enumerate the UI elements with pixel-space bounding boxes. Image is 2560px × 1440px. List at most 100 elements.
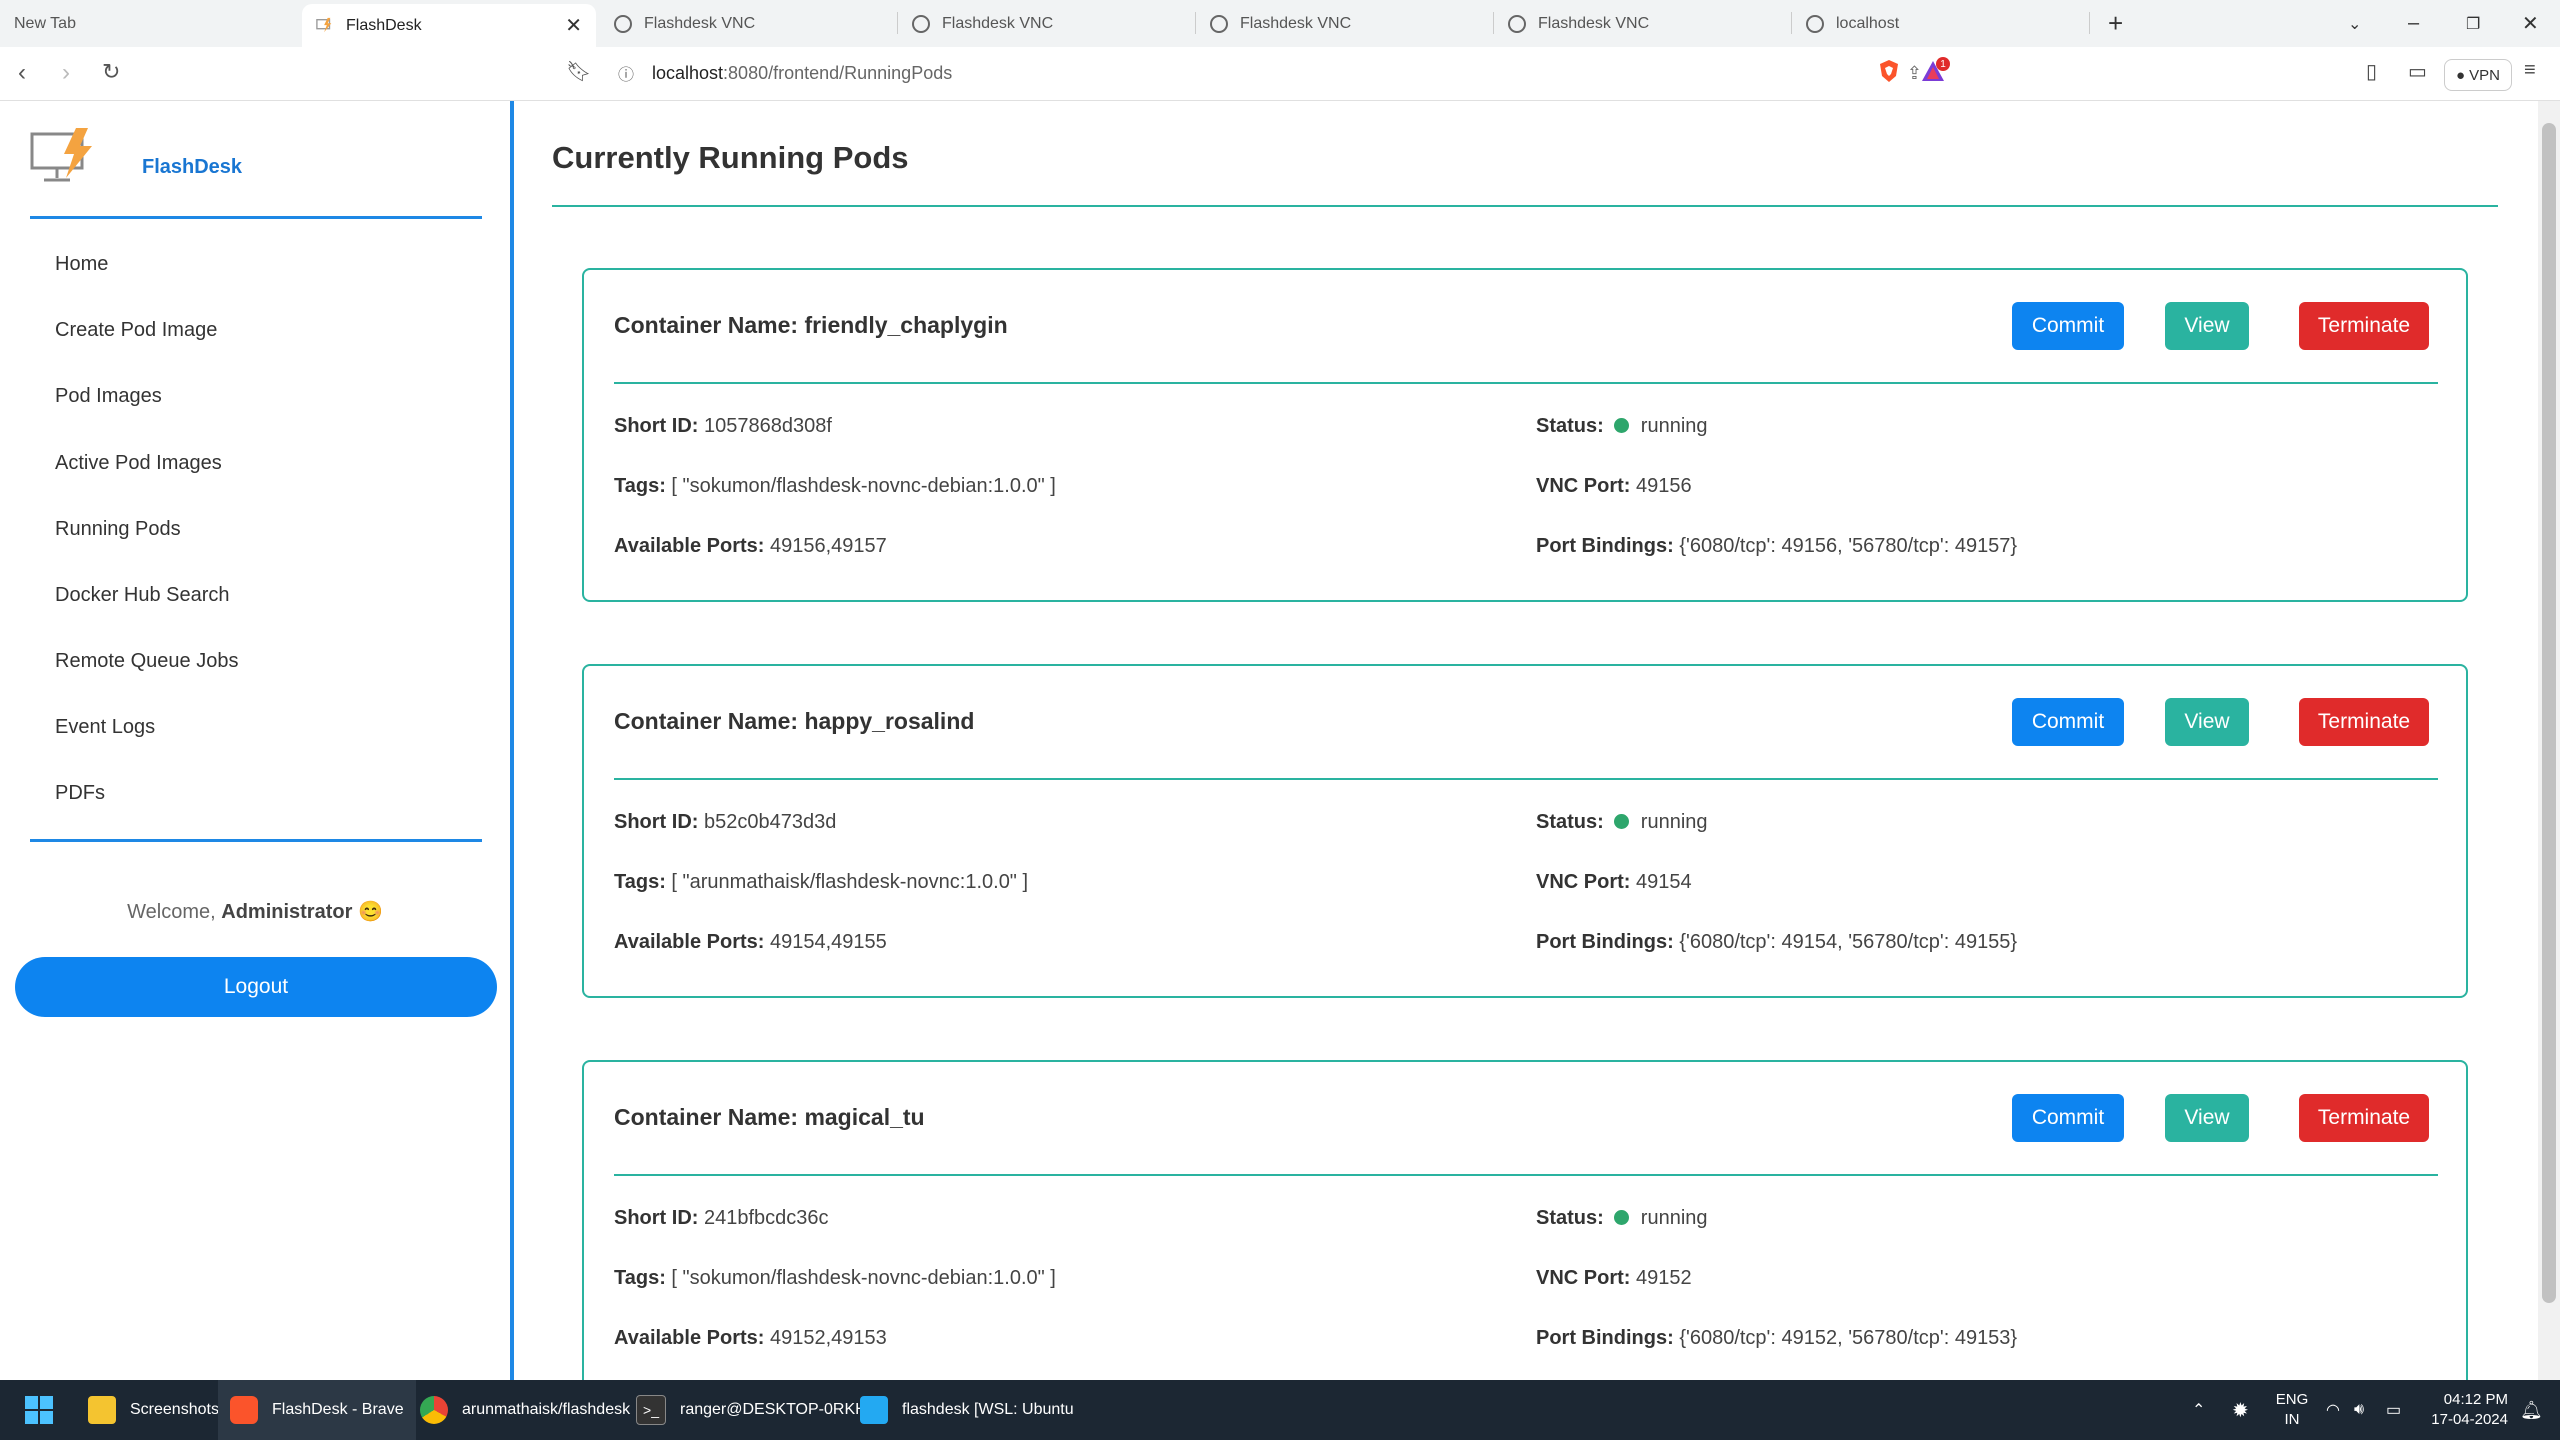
brave-icon: [230, 1396, 258, 1424]
view-button[interactable]: View: [2165, 1094, 2249, 1142]
card-divider: [614, 1174, 2438, 1176]
sidebar-item-pdfs[interactable]: PDFs: [55, 782, 105, 805]
language-indicator[interactable]: ENG IN: [2274, 1390, 2310, 1430]
taskbar-label: flashdesk [WSL: Ubuntu: [902, 1401, 1074, 1418]
windows-logo-icon: [25, 1396, 53, 1424]
port-bindings: Port Bindings: {'6080/tcp': 49152, '5678…: [1536, 1327, 2018, 1349]
tab-flashdesk-vnc[interactable]: Flashdesk VNC: [1196, 0, 1494, 47]
port-bindings: Port Bindings: {'6080/tcp': 49154, '5678…: [1536, 931, 2018, 953]
card-divider: [614, 382, 2438, 384]
pod-card: Container Name: happy_rosalind Commit Vi…: [582, 664, 2468, 998]
short-id: Short ID: 241bfbcdc36c: [614, 1207, 829, 1229]
tab-new-tab[interactable]: New Tab: [0, 0, 302, 47]
windows-taskbar: Screenshots FlashDesk - Brave arunmathai…: [0, 1380, 2560, 1440]
brave-shields-icon[interactable]: [1878, 59, 1900, 89]
vpn-dot-icon: ●: [2456, 66, 2466, 84]
restore-icon[interactable]: ❐: [2466, 0, 2480, 47]
welcome-message: Welcome, Administrator 😊: [0, 899, 510, 924]
tab-flashdesk[interactable]: FlashDesk ✕: [302, 4, 596, 47]
minimize-icon[interactable]: –: [2408, 0, 2419, 47]
bookmark-icon[interactable]: 🔖︎: [566, 59, 591, 84]
battery-icon[interactable]: ▭: [2386, 1380, 2401, 1440]
terminate-button[interactable]: Terminate: [2299, 698, 2429, 746]
status-dot-icon: [1613, 814, 1629, 829]
available-ports: Available Ports: 49152,49153: [614, 1327, 887, 1349]
terminate-button[interactable]: Terminate: [2299, 1094, 2429, 1142]
taskbar-item-terminal[interactable]: >_ ranger@DESKTOP-0RKH: [628, 1380, 875, 1440]
new-tab-plus-icon[interactable]: +: [2108, 0, 2123, 47]
taskbar-item-chrome[interactable]: arunmathaisk/flashdesk: [412, 1380, 638, 1440]
port-bindings: Port Bindings: {'6080/tcp': 49156, '5678…: [1536, 535, 2018, 557]
forward-arrow-icon[interactable]: ›: [62, 59, 70, 87]
tab-localhost[interactable]: localhost: [1792, 0, 2090, 47]
menu-hamburger-icon[interactable]: ≡: [2524, 59, 2536, 82]
page-scrollbar[interactable]: [2538, 101, 2560, 1380]
wallet-icon[interactable]: ▭: [2408, 59, 2427, 84]
back-arrow-icon[interactable]: ‹: [18, 59, 26, 87]
status-dot-icon: [1613, 418, 1629, 433]
vpn-button[interactable]: ● VPN: [2444, 59, 2512, 91]
tab-title: New Tab: [14, 14, 76, 32]
sidebar-item-event-logs[interactable]: Event Logs: [55, 716, 155, 739]
container-name: Container Name: magical_tu: [614, 1104, 925, 1130]
sidebar-item-running-pods[interactable]: Running Pods: [55, 518, 181, 541]
scrollbar-thumb[interactable]: [2542, 123, 2556, 1303]
system-clock[interactable]: 04:12 PM 17-04-2024: [2420, 1390, 2508, 1430]
sidebar-divider: [30, 839, 482, 842]
commit-button[interactable]: Commit: [2012, 698, 2124, 746]
sidebar-toggle-icon[interactable]: ▯: [2366, 59, 2377, 84]
wifi-icon[interactable]: ◠: [2326, 1380, 2340, 1440]
brand-name[interactable]: FlashDesk: [142, 156, 242, 179]
vnc-port: VNC Port: 49156: [1536, 475, 1692, 497]
sidebar-item-active-pod-images[interactable]: Active Pod Images: [55, 452, 222, 475]
page-title: Currently Running Pods: [552, 140, 909, 175]
browser-tab-strip: New Tab FlashDesk ✕ Flashdesk VNC Flashd…: [0, 0, 2560, 47]
volume-icon[interactable]: 🔊︎: [2354, 1380, 2364, 1440]
status: Status: running: [1536, 1207, 1708, 1229]
taskbar-item-vscode[interactable]: flashdesk [WSL: Ubuntu: [852, 1380, 1082, 1440]
tab-flashdesk-vnc[interactable]: Flashdesk VNC: [898, 0, 1196, 47]
tags: Tags: [ "arunmathaisk/flashdesk-novnc:1.…: [614, 871, 1029, 893]
globe-icon: [1210, 14, 1228, 33]
sidebar-item-pod-images[interactable]: Pod Images: [55, 385, 162, 408]
terminate-button[interactable]: Terminate: [2299, 302, 2429, 350]
view-button[interactable]: View: [2165, 302, 2249, 350]
tab-title: FlashDesk: [346, 16, 422, 34]
title-divider: [552, 205, 2498, 207]
window-close-icon[interactable]: ✕: [2522, 0, 2539, 47]
globe-icon: [1806, 14, 1824, 33]
taskbar-item-screenshots[interactable]: Screenshots: [80, 1380, 227, 1440]
tab-search-chevron-icon[interactable]: ⌄: [2348, 0, 2361, 47]
sidebar-item-create-pod-image[interactable]: Create Pod Image: [55, 319, 217, 342]
view-button[interactable]: View: [2165, 698, 2249, 746]
sidebar-item-docker-hub-search[interactable]: Docker Hub Search: [55, 584, 230, 607]
brand-logo[interactable]: [30, 126, 100, 186]
sidebar-item-home[interactable]: Home: [55, 253, 108, 276]
notifications-bell-icon[interactable]: 🔔︎: [2520, 1380, 2543, 1440]
folder-icon: [88, 1396, 116, 1424]
clock-time: 04:12 PM: [2443, 1391, 2508, 1408]
taskbar-item-brave[interactable]: FlashDesk - Brave: [218, 1380, 416, 1440]
brightness-icon[interactable]: ✹: [2232, 1380, 2249, 1440]
short-id: Short ID: 1057868d308f: [614, 415, 832, 437]
reload-icon[interactable]: ↻: [102, 59, 120, 85]
vnc-port: VNC Port: 49154: [1536, 871, 1692, 893]
start-button[interactable]: [24, 1380, 54, 1440]
commit-button[interactable]: Commit: [2012, 302, 2124, 350]
tab-flashdesk-vnc[interactable]: Flashdesk VNC: [1494, 0, 1792, 47]
chrome-icon: [420, 1396, 448, 1424]
sidebar-item-remote-queue-jobs[interactable]: Remote Queue Jobs: [55, 650, 238, 673]
tab-title: Flashdesk VNC: [942, 14, 1054, 32]
address-bar[interactable]: ⓘ localhost:8080/frontend/RunningPods ⇪: [600, 52, 1960, 94]
commit-button[interactable]: Commit: [2012, 1094, 2124, 1142]
show-hidden-icons-chevron-icon[interactable]: ⌃: [2192, 1380, 2205, 1440]
logout-button[interactable]: Logout: [15, 957, 497, 1017]
close-tab-icon[interactable]: ✕: [565, 13, 582, 38]
tab-title: Flashdesk VNC: [644, 14, 756, 32]
tab-flashdesk-vnc[interactable]: Flashdesk VNC: [600, 0, 898, 47]
container-name: Container Name: friendly_chaplygin: [614, 312, 1008, 338]
lang-code: ENG: [2275, 1391, 2309, 1408]
notification-badge: 1: [1936, 57, 1950, 71]
site-info-icon[interactable]: ⓘ: [618, 61, 634, 85]
available-ports: Available Ports: 49156,49157: [614, 535, 887, 557]
